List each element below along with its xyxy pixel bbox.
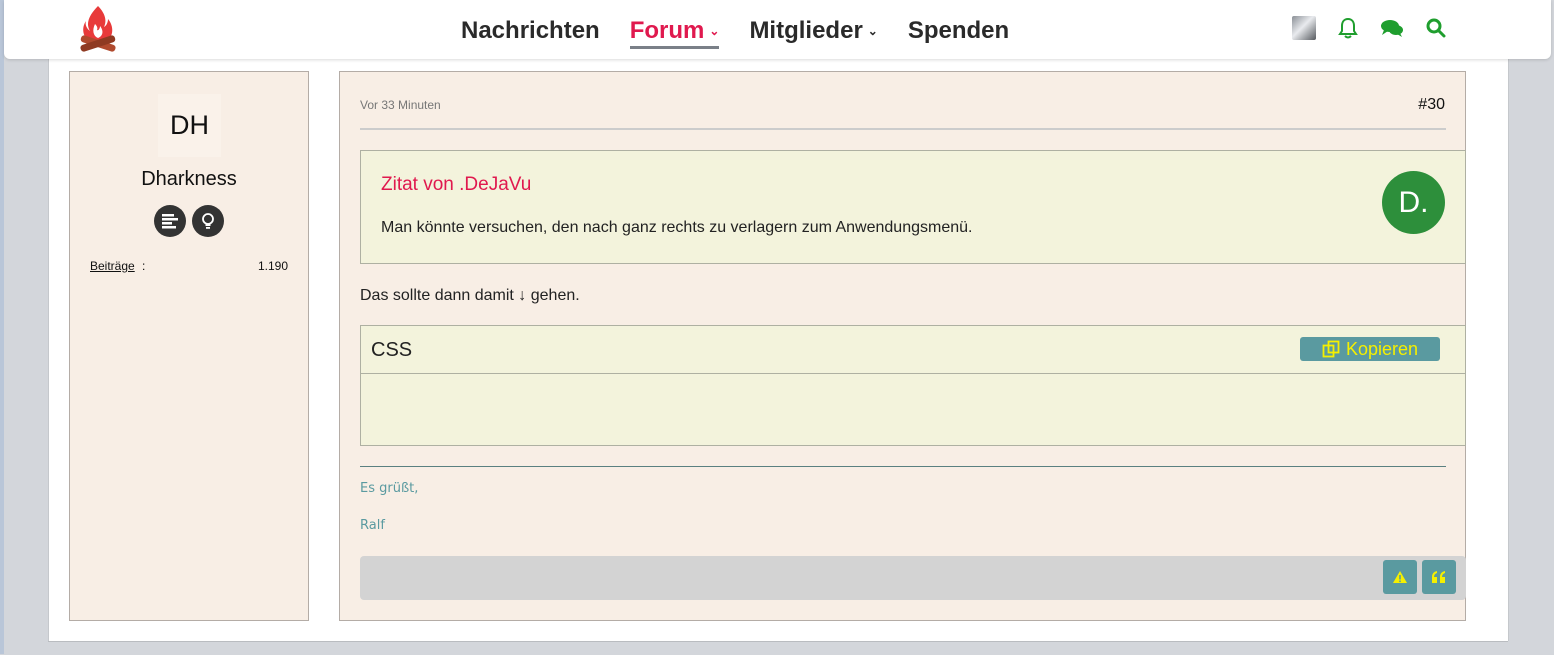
code-language: CSS xyxy=(371,339,413,361)
author-initials: DH xyxy=(170,110,209,140)
copy-button[interactable]: Kopieren xyxy=(1300,337,1440,361)
posts-count-label[interactable]: Beiträge xyxy=(90,259,135,273)
bottom-bar xyxy=(48,641,1508,655)
campfire-logo-icon[interactable] xyxy=(78,4,118,54)
report-button[interactable] xyxy=(1383,560,1417,594)
warning-icon xyxy=(1393,571,1407,583)
nav-label: Mitglieder xyxy=(749,17,863,44)
quote-text: Man könnte versuchen, den nach ganz rech… xyxy=(381,219,973,236)
signature-line: Es grüßt, xyxy=(360,481,419,496)
lightbulb-badge-icon[interactable] xyxy=(192,205,224,237)
nav-item-nachrichten[interactable]: Nachrichten xyxy=(461,14,600,48)
copy-button-label: Kopieren xyxy=(1345,338,1419,359)
author-name[interactable]: Dharkness xyxy=(70,168,308,191)
nav-label: Spenden xyxy=(907,17,1010,44)
author-avatar[interactable]: DH xyxy=(158,94,221,157)
nav-item-mitglieder[interactable]: Mitglieder ⌄ xyxy=(749,14,877,48)
chevron-down-icon: ⌄ xyxy=(867,24,878,38)
code-block: CSS Kopieren xyxy=(360,325,1466,446)
nav-label: Nachrichten xyxy=(461,17,600,44)
header-icons xyxy=(1292,16,1448,40)
quote-button[interactable] xyxy=(1422,560,1456,594)
post-body-text: Das sollte dann damit ↓ gehen. xyxy=(360,287,580,304)
page-left-strip xyxy=(0,0,4,654)
nav-item-spenden[interactable]: Spenden xyxy=(908,14,1009,48)
chevron-down-icon: ⌄ xyxy=(709,24,720,38)
post-timestamp[interactable]: Vor 33 Minuten xyxy=(360,98,441,112)
post-number[interactable]: #30 xyxy=(1418,96,1445,114)
search-icon[interactable] xyxy=(1424,16,1448,40)
nav-label: Forum xyxy=(629,17,705,44)
site-header: Nachrichten Forum ⌄ Mitglieder ⌄ Spenden xyxy=(4,0,1551,59)
author-badges xyxy=(154,205,224,237)
signature-divider xyxy=(360,466,1446,467)
quote-icon xyxy=(1432,571,1445,583)
nav-item-forum[interactable]: Forum ⌄ xyxy=(629,14,720,49)
quote-author-link[interactable]: Zitat von .DeJaVu xyxy=(381,174,531,196)
list-badge-icon[interactable] xyxy=(154,205,186,237)
post-author-card: DH Dharkness Beiträge: 1.190 xyxy=(69,71,309,621)
posts-count-value: 1.190 xyxy=(257,259,288,273)
code-block-header: CSS Kopieren xyxy=(361,326,1465,374)
chat-icon[interactable] xyxy=(1380,16,1404,40)
main-nav: Nachrichten Forum ⌄ Mitglieder ⌄ Spenden xyxy=(461,14,1039,49)
colon: : xyxy=(142,259,146,273)
user-avatar-icon[interactable] xyxy=(1292,16,1316,40)
quote-avatar-initials: D. xyxy=(1398,185,1429,219)
post-divider xyxy=(360,128,1446,130)
forum-post: Vor 33 Minuten #30 Zitat von .DeJaVu Man… xyxy=(339,71,1466,621)
bell-icon[interactable] xyxy=(1336,16,1360,40)
post-action-bar xyxy=(360,556,1466,600)
copy-icon xyxy=(1322,340,1340,358)
quote-avatar[interactable]: D. xyxy=(1382,171,1445,234)
quote-block: Zitat von .DeJaVu Man könnte versuchen, … xyxy=(360,150,1466,264)
signature-line: Ralf xyxy=(360,518,385,533)
